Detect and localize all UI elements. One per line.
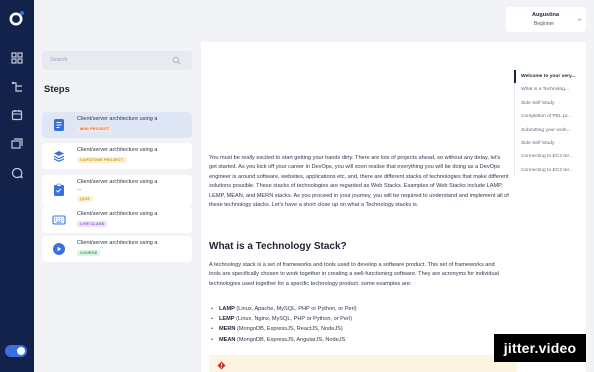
stack-detail: (MongoDB, ExpressJS, ReactJS, NodeJS) (235, 326, 343, 333)
step-title-overflow: ... (77, 186, 82, 192)
steps-search-input[interactable]: Search (42, 51, 192, 70)
toc-item[interactable]: Welcome to your very... (514, 70, 584, 84)
dashboard-icon[interactable] (11, 52, 23, 64)
quiz-icon (54, 183, 64, 196)
step-badge: CAPSTONE PROJECT (77, 157, 127, 163)
list-item: LEMP (Linux, Nginx, MySQL, PHP or Python… (211, 314, 507, 324)
step-item[interactable]: Client/server architecture using a MINI … (42, 112, 192, 138)
keyboard-icon (52, 215, 66, 225)
steps-heading: Steps (44, 84, 70, 95)
step-title: Client/server architecture using a (77, 240, 158, 246)
toc-item[interactable]: Completion of PEL pr... (514, 110, 584, 124)
step-title: Client/server architecture using a (77, 147, 158, 153)
step-title: Client/server architecture using a (77, 211, 158, 217)
user-level: Beginner (534, 21, 555, 27)
toc-item[interactable]: Connecting to EC2 ter... (514, 150, 584, 164)
step-item[interactable]: Client/server architecture using a LIVE … (42, 207, 192, 233)
calendar-icon[interactable] (11, 109, 23, 121)
table-of-contents: Welcome to your very... What is a Techno… (514, 70, 584, 178)
stack-name: LAMP (219, 306, 235, 312)
list-item: MERN (MongoDB, ExpressJS, ReactJS, NodeJ… (211, 324, 507, 334)
toc-item[interactable]: Submitting your work... (514, 123, 584, 137)
step-title: Client/server architecture using a (77, 116, 158, 122)
stack-detail: (Linux, Apache, MySQL, PHP or Python, or… (234, 306, 357, 312)
watermark: jitter.video (494, 334, 586, 362)
icon-rail (0, 0, 34, 372)
user-menu[interactable]: Augustina Beginner (506, 7, 586, 32)
step-badge: LIVE CLASS (77, 221, 108, 227)
chat-icon[interactable] (11, 167, 23, 179)
toc-item[interactable]: Side Self Study (514, 136, 584, 151)
stack-detail: (Linux, Nginx, MySQL, PHP or Python, or … (234, 316, 352, 323)
toggle-knob (17, 347, 25, 355)
warning-callout (209, 355, 517, 372)
section-paragraph: A technology stack is a set of framework… (209, 262, 499, 287)
stack-name: LEMP (219, 316, 235, 323)
logo-icon[interactable] (9, 10, 25, 26)
stack-name: MEAN (219, 336, 236, 343)
stack-detail: (MongoDB, ExpressJS, AngularJS, NodeJS (235, 336, 346, 343)
stack-name: MERN (219, 326, 236, 333)
play-icon (53, 243, 65, 255)
step-badge: QUIZ (77, 196, 93, 202)
step-badge: COURSE (77, 250, 101, 256)
alert-icon (217, 361, 226, 370)
projects-icon[interactable] (11, 138, 23, 150)
search-placeholder: Search (50, 57, 68, 63)
step-item[interactable]: Client/server architecture using a CAPST… (42, 143, 192, 169)
roadmap-icon[interactable] (11, 81, 23, 93)
step-item[interactable]: Client/server architecture using a COURS… (42, 236, 192, 262)
user-name: Augustina (532, 12, 559, 18)
list-item: LAMP (Linux, Apache, MySQL, PHP or Pytho… (211, 304, 507, 314)
section-heading: What is a Technology Stack? (209, 241, 347, 252)
step-item[interactable]: Client/server architecture using a ... Q… (42, 175, 192, 207)
layers-icon (53, 151, 65, 162)
search-icon[interactable] (172, 56, 181, 65)
document-icon (54, 119, 64, 131)
toc-item[interactable]: What is a Technolog... (514, 83, 584, 97)
step-badge: MINI PROJECT (77, 126, 113, 132)
step-title: Client/server architecture using a (77, 179, 158, 185)
theme-toggle[interactable] (5, 345, 27, 357)
chevron-down-icon (577, 18, 582, 21)
stack-list: LAMP (Linux, Apache, MySQL, PHP or Pytho… (211, 304, 507, 345)
intro-paragraph: You must be really excited to start gett… (209, 155, 509, 209)
toc-item[interactable]: Side Self Study (514, 96, 584, 111)
toc-item[interactable]: Connecting to EC2 ter... (514, 163, 584, 178)
list-item: MEAN (MongoDB, ExpressJS, AngularJS, Nod… (211, 335, 507, 345)
